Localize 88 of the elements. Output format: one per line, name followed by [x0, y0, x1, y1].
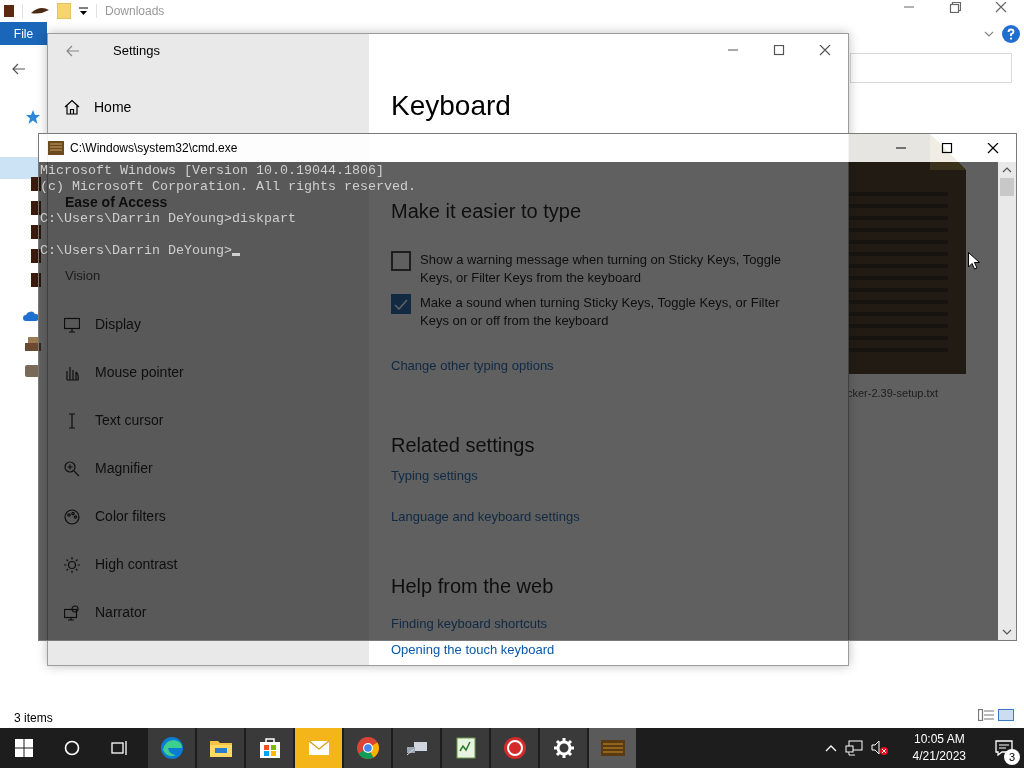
console-line: Microsoft Windows [Version 10.0.19044.1806]: [40, 163, 384, 179]
network-icon[interactable]: [844, 740, 863, 756]
max-icon: [773, 45, 785, 56]
checkbox[interactable]: [391, 251, 411, 271]
chevron-icon[interactable]: [984, 30, 994, 37]
close-icon: [995, 1, 1007, 13]
magnifier-icon: [64, 460, 80, 477]
back-arrow-icon: [66, 44, 80, 57]
home-item[interactable]: Home: [48, 95, 369, 119]
chrome-like-icon: [355, 736, 380, 760]
section-heading: Related settings: [391, 432, 535, 458]
status-text: 3 items: [14, 710, 53, 727]
page-title: Keyboard: [391, 89, 511, 123]
notification-count: 3: [1004, 749, 1020, 765]
close-icon: [987, 142, 999, 154]
cloud-icon[interactable]: [23, 311, 39, 321]
taskbar-app-button[interactable]: [344, 728, 391, 768]
restore-icon: [949, 1, 961, 13]
notifications-button[interactable]: 3: [984, 728, 1024, 768]
browser-icon: [159, 736, 184, 760]
window-title: Downloads: [105, 3, 165, 20]
sidebar-item[interactable]: Color filters: [48, 492, 369, 541]
taskbar-app-button[interactable]: [540, 728, 587, 768]
home-icon: [64, 99, 80, 115]
narrator-icon: [64, 604, 80, 621]
console-line: C:\Users\Darrin DeYoung>: [40, 243, 240, 259]
scrollbar[interactable]: [998, 162, 1016, 640]
circle-icon: [64, 740, 80, 756]
ring-icon: [502, 736, 527, 760]
taskbar-app-button[interactable]: [246, 728, 293, 768]
clock[interactable]: 10:05 AM 4/21/2023: [906, 731, 972, 765]
sidebar-item[interactable]: Text cursor: [48, 396, 369, 445]
checkbox-label: Make a sound when turning Sticky Keys, Toggle Keys, or Filter Keys on or off from the keyboard: [420, 294, 781, 330]
folder-icon[interactable]: [4, 4, 14, 18]
sun-icon: [64, 556, 80, 573]
taskbar-app-button[interactable]: [491, 728, 538, 768]
feather-icon[interactable]: [31, 7, 49, 15]
chevron-up-icon[interactable]: [824, 744, 837, 752]
section-heading: Help from the web: [391, 573, 554, 599]
link[interactable]: Finding keyboard shortcuts: [391, 613, 548, 633]
drive-icon[interactable]: [25, 363, 39, 377]
monitor-icon: [64, 316, 80, 333]
thumbnail-view-icon[interactable]: [998, 709, 1014, 721]
section-heading: Make it easier to type: [391, 199, 582, 224]
group-label: Vision: [65, 267, 102, 285]
checkbox-label: Show a warning message when turning on Sticky Keys, Toggle Keys, or Filter Keys from the keyboard: [420, 251, 783, 287]
palette-icon: [64, 508, 80, 525]
console-line: C:\Users\Darrin DeYoung>diskpart: [40, 211, 296, 227]
console-line: (c) Microsoft Corporation. All rights reserved.: [40, 179, 416, 195]
file-name[interactable]: cker-2.39-setup.txt: [847, 385, 939, 402]
checkmark-icon: [394, 298, 408, 310]
close-icon: [819, 45, 831, 56]
sidebar-item[interactable]: High contrast: [48, 540, 369, 589]
sidebar-item[interactable]: Mouse pointer: [48, 348, 369, 397]
home-label: Home: [94, 97, 132, 117]
taskbar-app-button[interactable]: [197, 728, 244, 768]
star-icon[interactable]: [26, 110, 40, 124]
link[interactable]: Typing settings: [391, 465, 478, 485]
window-title: C:\Windows\system32\cmd.exe: [70, 140, 238, 157]
sidebar-item[interactable]: Magnifier: [48, 444, 369, 493]
ribbon-tab[interactable]: File: [0, 22, 47, 45]
taskbar-app-button[interactable]: [442, 728, 489, 768]
taskbar-app-button[interactable]: [393, 728, 440, 768]
link[interactable]: Language and keyboard settings: [391, 507, 580, 527]
windows-logo-icon: [15, 739, 33, 757]
dropdown-icon[interactable]: [79, 6, 88, 16]
notepad-icon: [453, 736, 478, 760]
mouse-cursor-icon: [968, 252, 980, 270]
help-icon[interactable]: [1002, 24, 1020, 43]
window-title: Settings: [113, 41, 160, 60]
max-icon: [941, 142, 953, 154]
sidebar-item[interactable]: Display: [48, 300, 369, 349]
taskbar-app-button[interactable]: [148, 728, 195, 768]
link[interactable]: Change other typing options: [391, 356, 554, 376]
scroll-thumb[interactable]: [1000, 178, 1014, 196]
console-icon: [48, 141, 64, 155]
sidebar-item[interactable]: Narrator: [48, 588, 369, 637]
shopping-bag-icon: [257, 736, 282, 760]
details-view-icon[interactable]: [978, 709, 994, 721]
section-heading: Ease of Access: [65, 193, 169, 212]
back-arrow-icon[interactable]: [12, 63, 26, 75]
task-view-icon: [111, 740, 129, 756]
hand-pointer-icon: [64, 364, 80, 381]
checkbox[interactable]: [391, 294, 411, 314]
muted-speaker-icon[interactable]: [870, 740, 889, 756]
link[interactable]: Opening the touch keyboard: [391, 640, 555, 660]
gear-icon: [551, 736, 576, 760]
computer-icon[interactable]: [25, 337, 41, 351]
